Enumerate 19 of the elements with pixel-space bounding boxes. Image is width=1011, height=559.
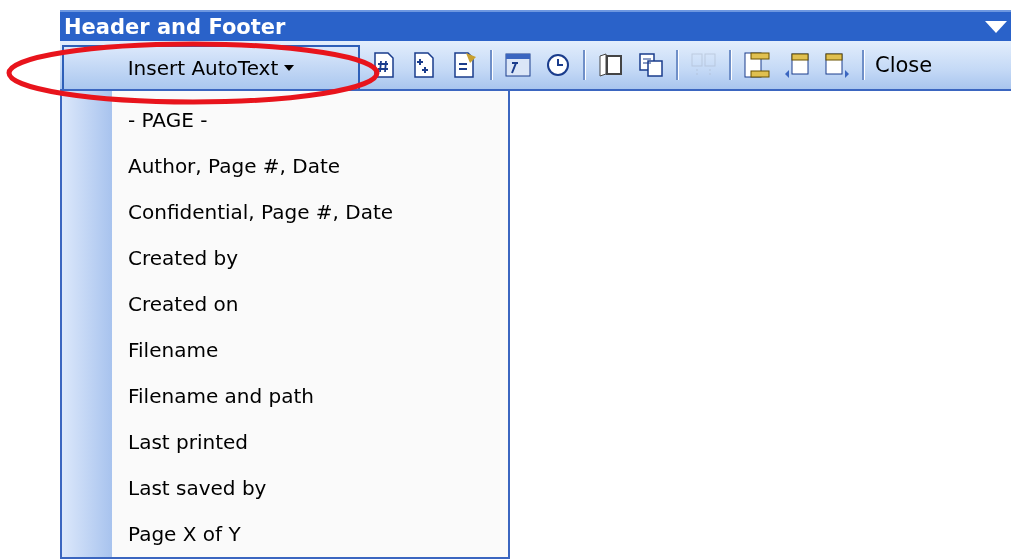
menu-item[interactable]: Page X of Y (112, 511, 394, 557)
close-button[interactable]: Close (875, 53, 933, 77)
menu-item[interactable]: Last printed (112, 419, 394, 465)
calendar-icon[interactable] (503, 50, 533, 80)
menu-item[interactable]: Filename and path (112, 373, 394, 419)
menu-item[interactable]: Filename (112, 327, 394, 373)
next-section-icon[interactable] (822, 50, 852, 80)
caret-icon (284, 65, 295, 71)
menu-item[interactable]: - PAGE - (112, 97, 394, 143)
window-title: Header and Footer (64, 14, 286, 39)
menu-item[interactable]: Created by (112, 235, 394, 281)
copy-pages-icon[interactable] (636, 50, 666, 80)
dropdown-arrow-icon[interactable] (985, 20, 1007, 33)
insert-autotext-button[interactable]: Insert AutoText (62, 45, 360, 89)
menu-item[interactable]: Author, Page #, Date (112, 143, 394, 189)
header-footer-switch-icon[interactable] (742, 50, 772, 80)
menu-item[interactable]: Created on (112, 281, 394, 327)
menu-item[interactable]: Confidential, Page #, Date (112, 189, 394, 235)
menu-item[interactable]: Last saved by (112, 465, 394, 511)
